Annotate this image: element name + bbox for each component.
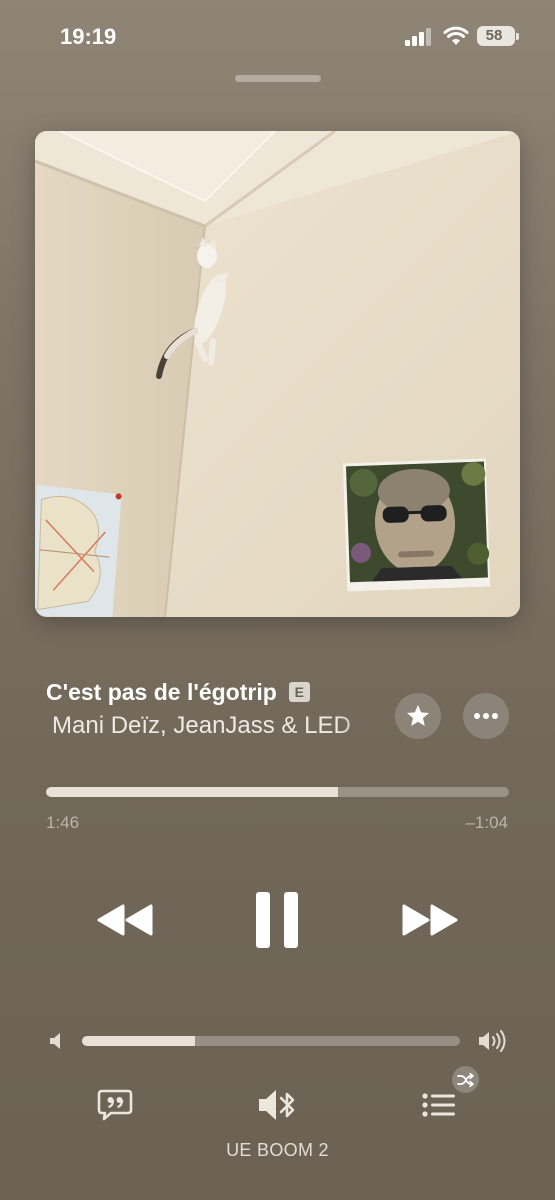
wifi-icon [443,26,469,45]
shuffle-button[interactable] [452,1066,479,1093]
time-elapsed: 1:46 [46,813,80,832]
status-time: 19:19 [60,24,117,49]
playback-progress-fill [46,787,338,797]
favorite-button[interactable] [395,693,441,739]
fast-forward-icon [402,904,458,936]
playback-scrubber[interactable] [46,787,509,797]
battery-icon: 58 [477,26,519,46]
speaker-high-icon [479,1030,506,1052]
output-device-label[interactable]: UE BOOM 2 [0,1140,555,1161]
fast-forward-button[interactable] [400,900,460,940]
star-icon [406,704,430,726]
output-device-button[interactable] [257,1088,299,1122]
album-artwork [35,131,520,617]
speaker-bluetooth-icon [259,1090,295,1120]
queue-list-icon [422,1093,455,1117]
battery-tip [516,33,519,40]
track-title-row: C'est pas de l'égotrip E [46,676,310,708]
volume-slider[interactable] [82,1036,460,1046]
shuffle-icon [457,1072,474,1087]
track-title: C'est pas de l'égotrip [46,678,277,705]
lyrics-bubble-icon [97,1089,133,1121]
pause-button[interactable] [254,890,300,950]
lyrics-button[interactable] [97,1088,133,1122]
speaker-low-icon [50,1033,60,1049]
ellipsis-icon [474,713,498,719]
rewind-icon [97,904,153,936]
explicit-badge: E [288,682,310,702]
pause-icon [256,892,298,948]
more-options-button[interactable] [463,693,509,739]
sheet-grabber[interactable] [235,75,321,82]
queue-button[interactable] [421,1090,457,1120]
battery-level: 58 [485,27,503,44]
time-remaining: –1:04 [465,813,508,832]
cellular-signal-icon [405,28,431,46]
status-bar: 19:19 58 [0,0,555,72]
track-artist[interactable]: Mani Deïz, JeanJass & LED [52,712,387,746]
volume-fill [82,1036,196,1046]
rewind-button[interactable] [95,900,155,940]
